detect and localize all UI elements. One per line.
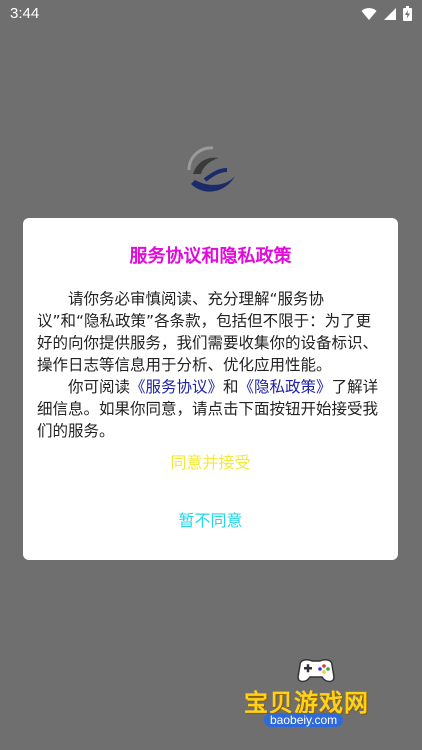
service-agreement-link[interactable]: 《服务协议》 xyxy=(130,378,223,396)
watermark: 宝贝游戏网 baobeiy.com xyxy=(244,655,404,735)
disagree-button[interactable]: 暂不同意 xyxy=(23,506,398,536)
read-middle: 和 xyxy=(223,378,239,396)
read-prefix: 你可阅读 xyxy=(68,378,131,396)
dialog-title: 服务协议和隐私政策 xyxy=(129,246,292,267)
battery-icon xyxy=(403,6,412,21)
status-bar: 3:44 xyxy=(0,0,422,28)
status-time: 3:44 xyxy=(10,5,40,22)
privacy-policy-link[interactable]: 《隐私政策》 xyxy=(239,378,332,396)
policy-paragraph: 请你务必审慎阅读、充分理解“服务协议”和“隐私政策”各条款，包括但不限于：为了更… xyxy=(37,290,379,374)
agree-button[interactable]: 同意并接受 xyxy=(23,448,398,478)
dialog-body: 请你务必审慎阅读、充分理解“服务协议”和“隐私政策”各条款，包括但不限于：为了更… xyxy=(37,288,384,442)
read-more-paragraph: 你可阅读《服务协议》和《隐私政策》了解详细信息。如果你同意，请点击下面按钮开始接… xyxy=(37,376,384,442)
wifi-icon xyxy=(361,7,377,21)
status-icons xyxy=(361,6,412,21)
signal-icon xyxy=(383,7,397,21)
app-logo-icon xyxy=(183,140,239,196)
watermark-url: baobeiy.com xyxy=(264,713,344,727)
privacy-dialog: 服务协议和隐私政策 请你务必审慎阅读、充分理解“服务协议”和“隐私政策”各条款，… xyxy=(23,218,398,560)
